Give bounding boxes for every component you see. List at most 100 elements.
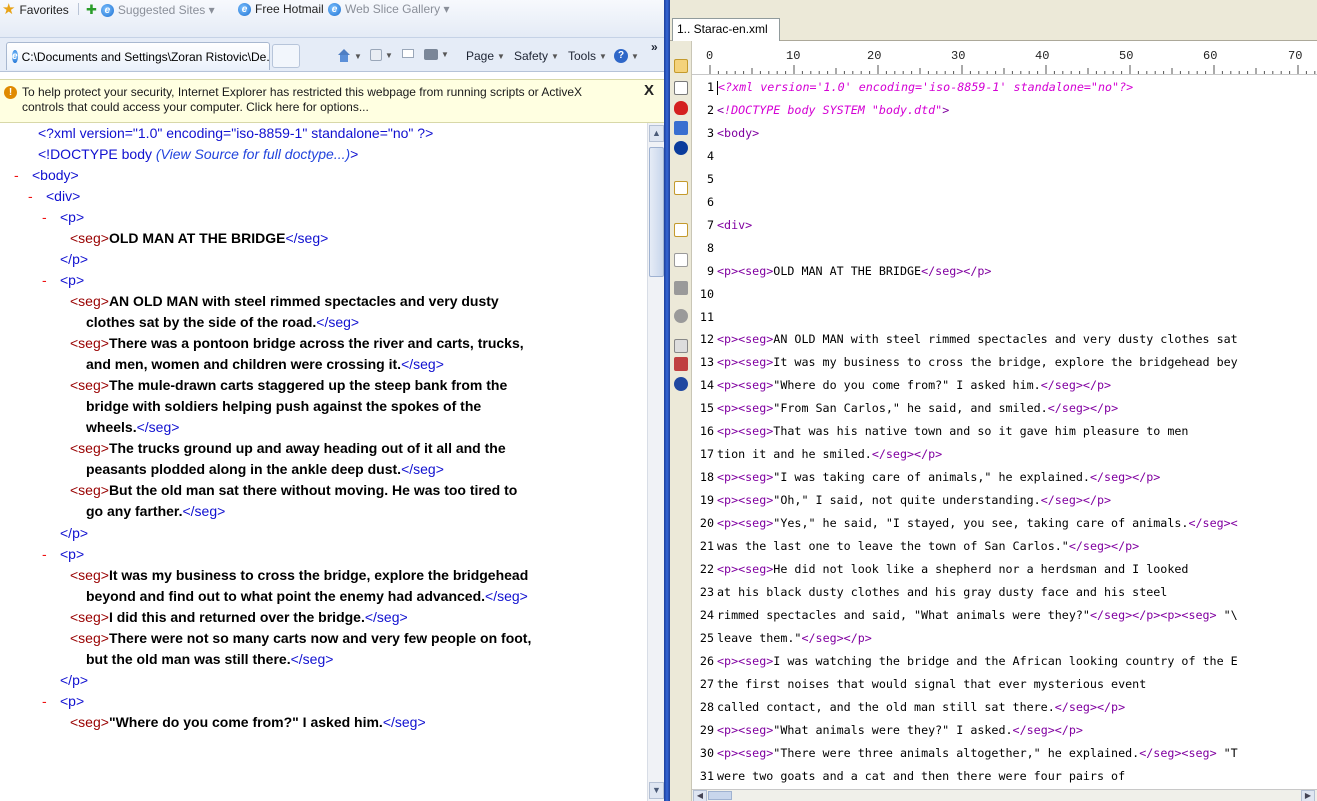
code-line[interactable]: 13 <p><seg>It was my business to cross th… (692, 351, 1238, 373)
code-line[interactable]: 15 <p><seg>"From San Carlos," he said, an… (692, 397, 1118, 419)
scroll-right-icon[interactable]: ▶ (1301, 790, 1315, 801)
code-area[interactable]: 1 <?xml version='1.0' encoding='iso-8859-… (692, 76, 1317, 789)
code-markup: </seg></p> (1089, 470, 1161, 485)
seg-text: It was my business to cross the bridge, … (108, 567, 529, 583)
warning-icon: ! (4, 86, 17, 99)
collapse-toggle[interactable]: - (42, 691, 60, 711)
doctype-text: <!DOCTYPE body (38, 146, 156, 162)
tag-seg-open: <seg> (70, 714, 109, 730)
safety-menu[interactable]: Safety ▼ (514, 49, 559, 63)
browser-tab[interactable]: e C:\Documents and Settings\Zoran Ristov… (6, 42, 270, 70)
code-line[interactable]: 23 at his black dusty clothes and his gra… (692, 581, 1167, 603)
plugin-icon[interactable] (674, 141, 688, 155)
xml-node-p-close: </p> (60, 523, 88, 543)
code-line[interactable]: 10 (692, 283, 717, 305)
code-markup: </seg></p> (871, 447, 943, 462)
code-line[interactable]: 1 <?xml version='1.0' encoding='iso-8859-… (692, 76, 1133, 98)
folder-icon[interactable] (674, 59, 688, 73)
code-line[interactable]: 3 <body> (692, 122, 759, 144)
seg-text: beyond and find out to what point the en… (86, 588, 486, 604)
security-info-bar[interactable]: ! To help protect your security, Interne… (0, 79, 664, 123)
code-line[interactable]: 17 tion it and he smiled.</seg></p> (692, 443, 942, 465)
list-icon[interactable] (674, 253, 688, 267)
code-text: were two goats and a cat and then there … (717, 768, 1126, 783)
favorites-bar: ★ Favorites ✚ e Suggested Sites ▾ e Free… (0, 0, 664, 38)
tool-icon[interactable] (674, 357, 688, 371)
ie-vertical-scrollbar[interactable]: ▲ ▼ (647, 123, 664, 801)
web-slice-gallery-link[interactable]: e Web Slice Gallery ▾ (328, 2, 450, 16)
code-line[interactable]: 7 <div> (692, 214, 752, 236)
code-line[interactable]: 21 was the last one to leave the town of … (692, 535, 1139, 557)
code-line[interactable]: 6 (692, 191, 717, 213)
code-line[interactable]: 25 leave them."</seg></p> (692, 627, 872, 649)
collapse-toggle[interactable]: - (42, 270, 60, 290)
code-line[interactable]: 2 <!DOCTYPE body SYSTEM "body.dtd"> (692, 99, 949, 121)
scroll-up-icon[interactable]: ▲ (649, 125, 664, 142)
command-overflow-button[interactable]: » (651, 40, 658, 54)
xml-editor-window: 1.. Starac-en.xml 0 10 20 30 40 50 60 70… (670, 0, 1317, 801)
code-line[interactable]: 14 <p><seg>"Where do you come from?" I as… (692, 374, 1111, 396)
favorite-heart-icon[interactable] (674, 101, 688, 115)
doctype-close: > (350, 146, 359, 162)
document-icon[interactable] (674, 181, 688, 195)
tag-seg-close: </seg> (316, 314, 360, 330)
read-mail-button[interactable] (402, 49, 414, 58)
collapse-toggle[interactable]: - (28, 186, 46, 206)
collapse-toggle[interactable]: - (14, 165, 32, 185)
new-tab-button[interactable] (272, 44, 300, 68)
page-menu[interactable]: Page ▼ (466, 49, 505, 63)
help-button[interactable]: ? ▼ (614, 49, 639, 63)
code-text: was the last one to leave the town of Sa… (717, 539, 1069, 553)
code-text: "Where do you come from?" I asked him. (773, 378, 1041, 393)
panel-icon[interactable] (674, 281, 688, 295)
scroll-thumb[interactable] (649, 147, 664, 277)
globe-icon[interactable] (674, 377, 688, 391)
suggested-sites-link[interactable]: ✚ e Suggested Sites ▾ (86, 2, 215, 18)
collapse-toggle[interactable]: - (42, 207, 60, 227)
code-line[interactable]: 31 were two goats and a cat and then ther… (692, 765, 1125, 787)
feeds-button[interactable]: ▼ (370, 49, 393, 61)
code-line[interactable]: 18 <p><seg>"I was taking care of animals,… (692, 466, 1160, 488)
free-hotmail-link[interactable]: e Free Hotmail (238, 2, 324, 16)
editor-horizontal-scrollbar[interactable]: ◀ ▶ (692, 789, 1317, 801)
tag-seg-open: <seg> (70, 567, 109, 583)
code-line[interactable]: 29 <p><seg>"What animals were they?" I as… (692, 719, 1083, 741)
page-icon[interactable] (674, 339, 688, 353)
code-line[interactable]: 30 <p><seg>"There were three animals alto… (692, 742, 1238, 764)
code-line[interactable]: 20 <p><seg>"Yes," he said, "I stayed, you… (692, 512, 1238, 534)
code-line[interactable]: 24 rimmed spectacles and said, "What anim… (692, 604, 1238, 626)
code-line[interactable]: 5 (692, 168, 717, 190)
tools-menu[interactable]: Tools ▼ (568, 49, 607, 63)
print-button[interactable]: ▼ (424, 49, 449, 60)
scroll-left-icon[interactable]: ◀ (693, 790, 707, 801)
scroll-thumb[interactable] (708, 791, 732, 800)
document-icon[interactable] (674, 223, 688, 237)
xml-seg: <seg>I did this and returned over the br… (70, 607, 408, 627)
code-line[interactable]: 27 the first noises that would signal tha… (692, 673, 1146, 695)
code-line[interactable]: 9 <p><seg>OLD MAN AT THE BRIDGE</seg></p> (692, 260, 992, 282)
ftp-icon[interactable] (674, 81, 688, 95)
collapse-toggle[interactable]: - (42, 544, 60, 564)
info-bar-close-button[interactable]: X (644, 83, 654, 98)
code-line[interactable]: 4 (692, 145, 717, 167)
tab-bar: e C:\Documents and Settings\Zoran Ristov… (0, 38, 664, 72)
code-line[interactable]: 11 (692, 306, 717, 328)
code-line[interactable]: 19 <p><seg>"Oh," I said, not quite unders… (692, 489, 1111, 511)
xml-seg: <seg>There were not so many carts now an… (70, 628, 531, 648)
favorites-button[interactable]: ★ Favorites (2, 2, 69, 17)
tag-p-open: <p> (60, 209, 85, 225)
seg-text: bridge with soldiers helping push agains… (86, 398, 482, 414)
code-line[interactable]: 16 <p><seg>That was his native town and s… (692, 420, 1189, 442)
code-line[interactable]: 28 called contact, and the old man still … (692, 696, 1125, 718)
code-line[interactable]: 22 <p><seg>He did not look like a shepher… (692, 558, 1189, 580)
circle-icon[interactable] (674, 309, 688, 323)
ie-logo-icon: e (328, 2, 341, 16)
home-button[interactable]: ▼ (337, 49, 362, 63)
code-line[interactable]: 8 (692, 237, 717, 259)
project-icon[interactable] (674, 121, 688, 135)
scroll-down-icon[interactable]: ▼ (649, 782, 664, 799)
code-line[interactable]: 12 <p><seg>AN OLD MAN with steel rimmed s… (692, 328, 1238, 350)
code-markup: <p><seg> (717, 355, 774, 370)
code-line[interactable]: 26 <p><seg>I was watching the bridge and … (692, 650, 1238, 672)
editor-file-tab[interactable]: 1.. Starac-en.xml (672, 18, 780, 41)
